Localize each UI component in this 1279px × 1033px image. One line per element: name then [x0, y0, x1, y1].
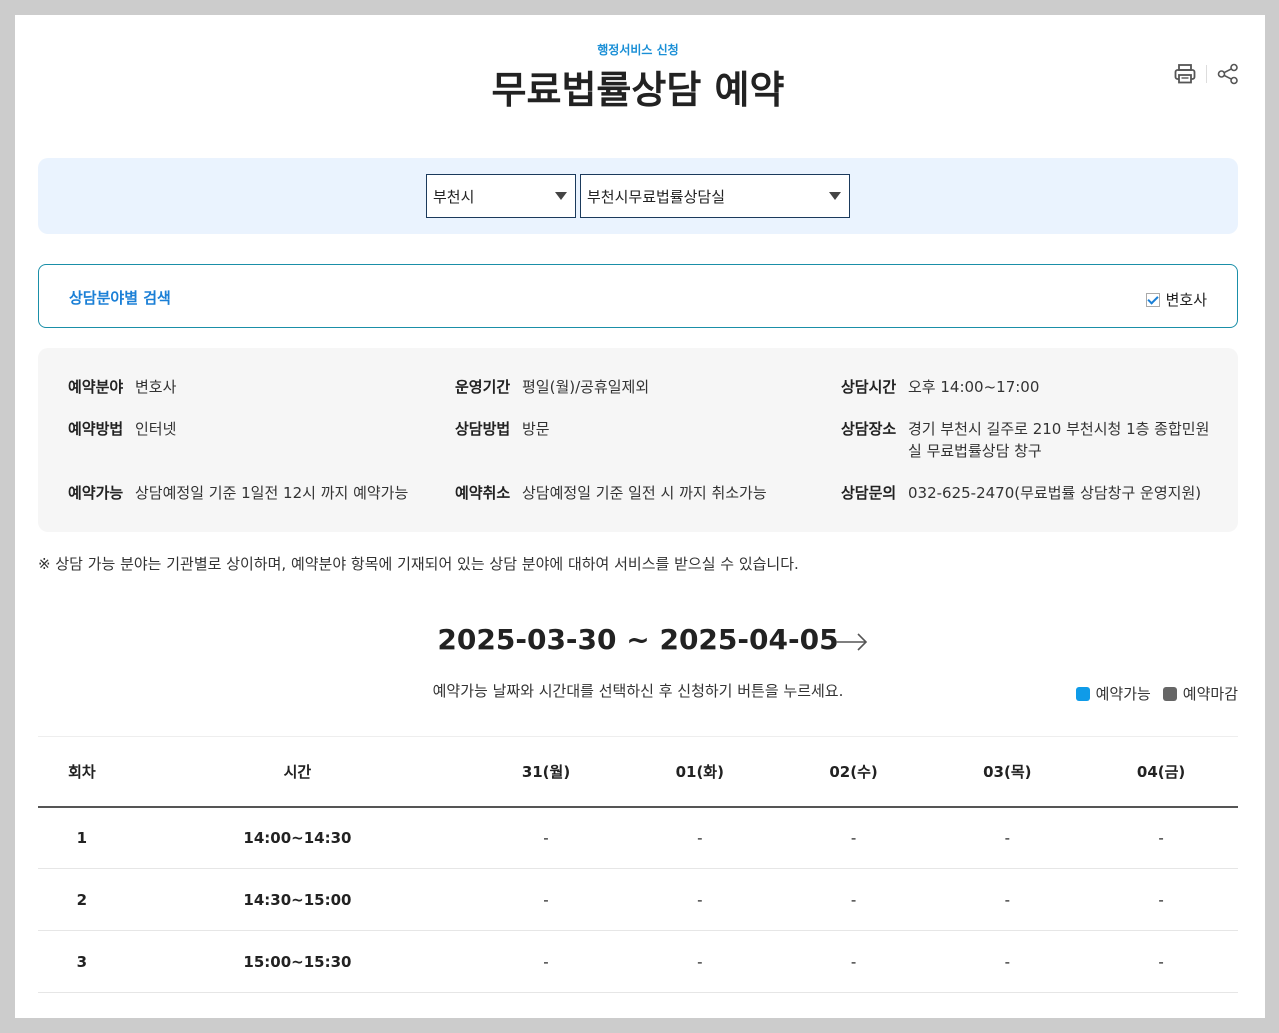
dropdown-arrow-icon	[829, 192, 841, 200]
tool-icons	[1174, 63, 1239, 85]
info-cancel: 예약취소 상담예정일 기준 일전 시 까지 취소가능	[455, 482, 767, 504]
info-value: 상담예정일 기준 1일전 12시 까지 예약가능	[135, 484, 409, 502]
info-label: 상담장소	[841, 420, 897, 438]
info-label: 상담시간	[841, 378, 897, 396]
info-label: 예약분야	[68, 378, 124, 396]
row-number: 3	[38, 930, 126, 993]
info-value: 변호사	[135, 378, 177, 396]
schedule-table: 회차 시간 31(월) 01(화) 02(수) 03(목) 04(금) 1 14…	[38, 736, 1238, 993]
col-header: 03(목)	[930, 736, 1085, 808]
info-value: 방문	[522, 420, 550, 438]
closed-swatch	[1162, 686, 1177, 701]
slot-cell: -	[622, 806, 777, 869]
info-label: 상담문의	[841, 484, 897, 502]
date-range: 2025-03-30 ~ 2025-04-05	[437, 623, 839, 656]
checkbox-checked-icon[interactable]	[1145, 292, 1160, 307]
info-field: 예약분야 변호사	[68, 376, 176, 398]
page-title: 무료법률상담 예약	[491, 68, 785, 112]
dropdown-arrow-icon	[555, 192, 567, 200]
printer-icon[interactable]	[1174, 64, 1196, 84]
content: 행정서비스 신청 무료법률상담 예약 부천시 부천시무료법률상담실 상담분야별 …	[38, 15, 1238, 1018]
slot-cell: -	[469, 806, 623, 869]
col-header: 01(화)	[622, 736, 777, 808]
info-method: 예약방법 인터넷	[68, 418, 176, 440]
icon-divider	[1206, 65, 1207, 83]
legend-closed: 예약마감	[1162, 683, 1238, 704]
legend-label: 예약가능	[1095, 685, 1151, 703]
col-header: 04(금)	[1084, 736, 1238, 808]
col-header: 02(수)	[776, 736, 931, 808]
office-select-value: 부천시무료법률상담실	[587, 187, 726, 206]
table-row: 1 14:00~14:30 - - - - -	[38, 806, 1238, 869]
slot-cell: -	[1084, 930, 1238, 993]
info-place: 상담장소 경기 부천시 길주로 210 부천시청 1층 종합민원실 무료법률상담…	[841, 418, 1211, 462]
page-subtitle: 행정서비스 신청	[597, 43, 679, 57]
info-label: 예약취소	[455, 484, 511, 502]
row-time: 15:00~15:30	[125, 930, 470, 993]
lawyer-checkbox[interactable]: 변호사	[1145, 289, 1207, 310]
office-select[interactable]: 부천시무료법률상담실	[580, 174, 850, 218]
table-row: 2 14:30~15:00 - - - - -	[38, 868, 1238, 931]
field-search-box: 상담분야별 검색 변호사	[38, 264, 1238, 328]
lawyer-checkbox-label: 변호사	[1165, 291, 1207, 309]
info-period: 운영기간 평일(월)/공휴일제외	[455, 376, 649, 398]
info-contact: 상담문의 032-625-2470(무료법률 상담창구 운영지원)	[841, 482, 1211, 504]
info-label: 상담방법	[455, 420, 511, 438]
slot-cell: -	[1084, 868, 1238, 931]
legend-label: 예약마감	[1182, 685, 1238, 703]
legend: 예약가능 예약마감	[1064, 683, 1238, 704]
col-header: 회차	[38, 736, 126, 808]
slot-cell: -	[776, 868, 931, 931]
slot-cell: -	[469, 868, 623, 931]
available-swatch	[1075, 686, 1090, 701]
slot-cell: -	[930, 930, 1085, 993]
share-icon[interactable]	[1217, 63, 1239, 85]
legend-available: 예약가능	[1075, 683, 1151, 704]
info-value: 인터넷	[135, 420, 177, 438]
info-consult-method: 상담방법 방문	[455, 418, 550, 440]
page: 행정서비스 신청 무료법률상담 예약 부천시 부천시무료법률상담실 상담분야별 …	[15, 15, 1265, 1018]
calendar-guide: 예약가능 날짜와 시간대를 선택하신 후 신청하기 버튼을 누르세요.	[432, 682, 844, 700]
slot-cell: -	[622, 868, 777, 931]
col-header: 31(월)	[469, 736, 623, 808]
info-value: 경기 부천시 길주로 210 부천시청 1층 종합민원실 무료법률상담 창구	[908, 420, 1210, 460]
slot-cell: -	[469, 930, 623, 993]
info-label: 예약방법	[68, 420, 124, 438]
row-number: 2	[38, 868, 126, 931]
city-select-value: 부천시	[433, 187, 475, 206]
slot-cell: -	[776, 806, 931, 869]
slot-cell: -	[776, 930, 931, 993]
info-label: 운영기간	[455, 378, 511, 396]
info-label: 예약가능	[68, 484, 124, 502]
info-available: 예약가능 상담예정일 기준 1일전 12시 까지 예약가능	[68, 482, 408, 504]
slot-cell: -	[930, 868, 1085, 931]
slot-cell: -	[1084, 806, 1238, 869]
city-select[interactable]: 부천시	[426, 174, 576, 218]
next-week-arrow-icon[interactable]	[835, 631, 869, 657]
table-header-row: 회차 시간 31(월) 01(화) 02(수) 03(목) 04(금)	[38, 736, 1238, 808]
info-value: 오후 14:00~17:00	[908, 378, 1040, 396]
info-value: 상담예정일 기준 일전 시 까지 취소가능	[522, 484, 767, 502]
info-time: 상담시간 오후 14:00~17:00	[841, 376, 1211, 398]
info-value: 032-625-2470(무료법률 상담창구 운영지원)	[908, 484, 1202, 502]
field-search-label: 상담분야별 검색	[69, 289, 171, 307]
row-time: 14:00~14:30	[125, 806, 470, 869]
slot-cell: -	[930, 806, 1085, 869]
row-number: 1	[38, 806, 126, 869]
slot-cell: -	[622, 930, 777, 993]
select-bar: 부천시 부천시무료법률상담실	[38, 158, 1238, 234]
col-header: 시간	[125, 736, 470, 808]
row-time: 14:30~15:00	[125, 868, 470, 931]
notice-text: ※ 상담 가능 분야는 기관별로 상이하며, 예약분야 항목에 기재되어 있는 …	[38, 555, 799, 573]
info-value: 평일(월)/공휴일제외	[522, 378, 650, 396]
table-row: 3 15:00~15:30 - - - - -	[38, 930, 1238, 993]
reservation-info-panel: 예약분야 변호사 운영기간 평일(월)/공휴일제외 상담시간 오후 14:00~…	[38, 348, 1238, 532]
